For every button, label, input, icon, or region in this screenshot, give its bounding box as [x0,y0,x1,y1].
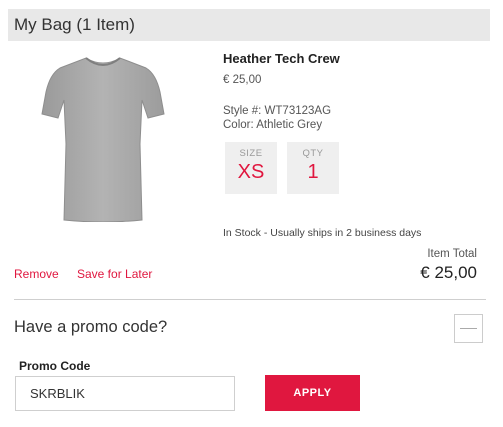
size-selector[interactable]: SIZE XS [225,142,277,194]
promo-question[interactable]: Have a promo code? [14,318,167,337]
product-color: Color: Athletic Grey [223,119,323,131]
product-image[interactable] [28,52,178,222]
save-for-later-link[interactable]: Save for Later [77,267,152,281]
product-style: Style #: WT73123AG [223,105,332,117]
product-price: € 25,00 [223,74,262,86]
remove-link[interactable]: Remove [14,267,59,281]
size-value: XS [237,161,265,183]
item-total-value: € 25,00 [420,263,477,282]
promo-collapse-button[interactable] [454,314,483,343]
bag-header: My Bag (1 Item) [8,9,490,41]
qty-value: 1 [307,161,319,183]
quantity-selector[interactable]: QTY 1 [287,142,339,194]
divider [14,299,486,300]
promo-code-input[interactable] [15,376,235,411]
product-name[interactable]: Heather Tech Crew [223,51,340,66]
apply-button[interactable]: APPLY [265,375,360,411]
minus-icon [460,328,477,329]
bag-title: My Bag (1 Item) [14,15,135,34]
stock-status: In Stock - Usually ships in 2 business d… [223,227,422,239]
size-label: SIZE [239,148,263,159]
item-total-label: Item Total [427,248,477,260]
promo-code-label: Promo Code [19,359,91,373]
qty-label: QTY [302,148,324,159]
